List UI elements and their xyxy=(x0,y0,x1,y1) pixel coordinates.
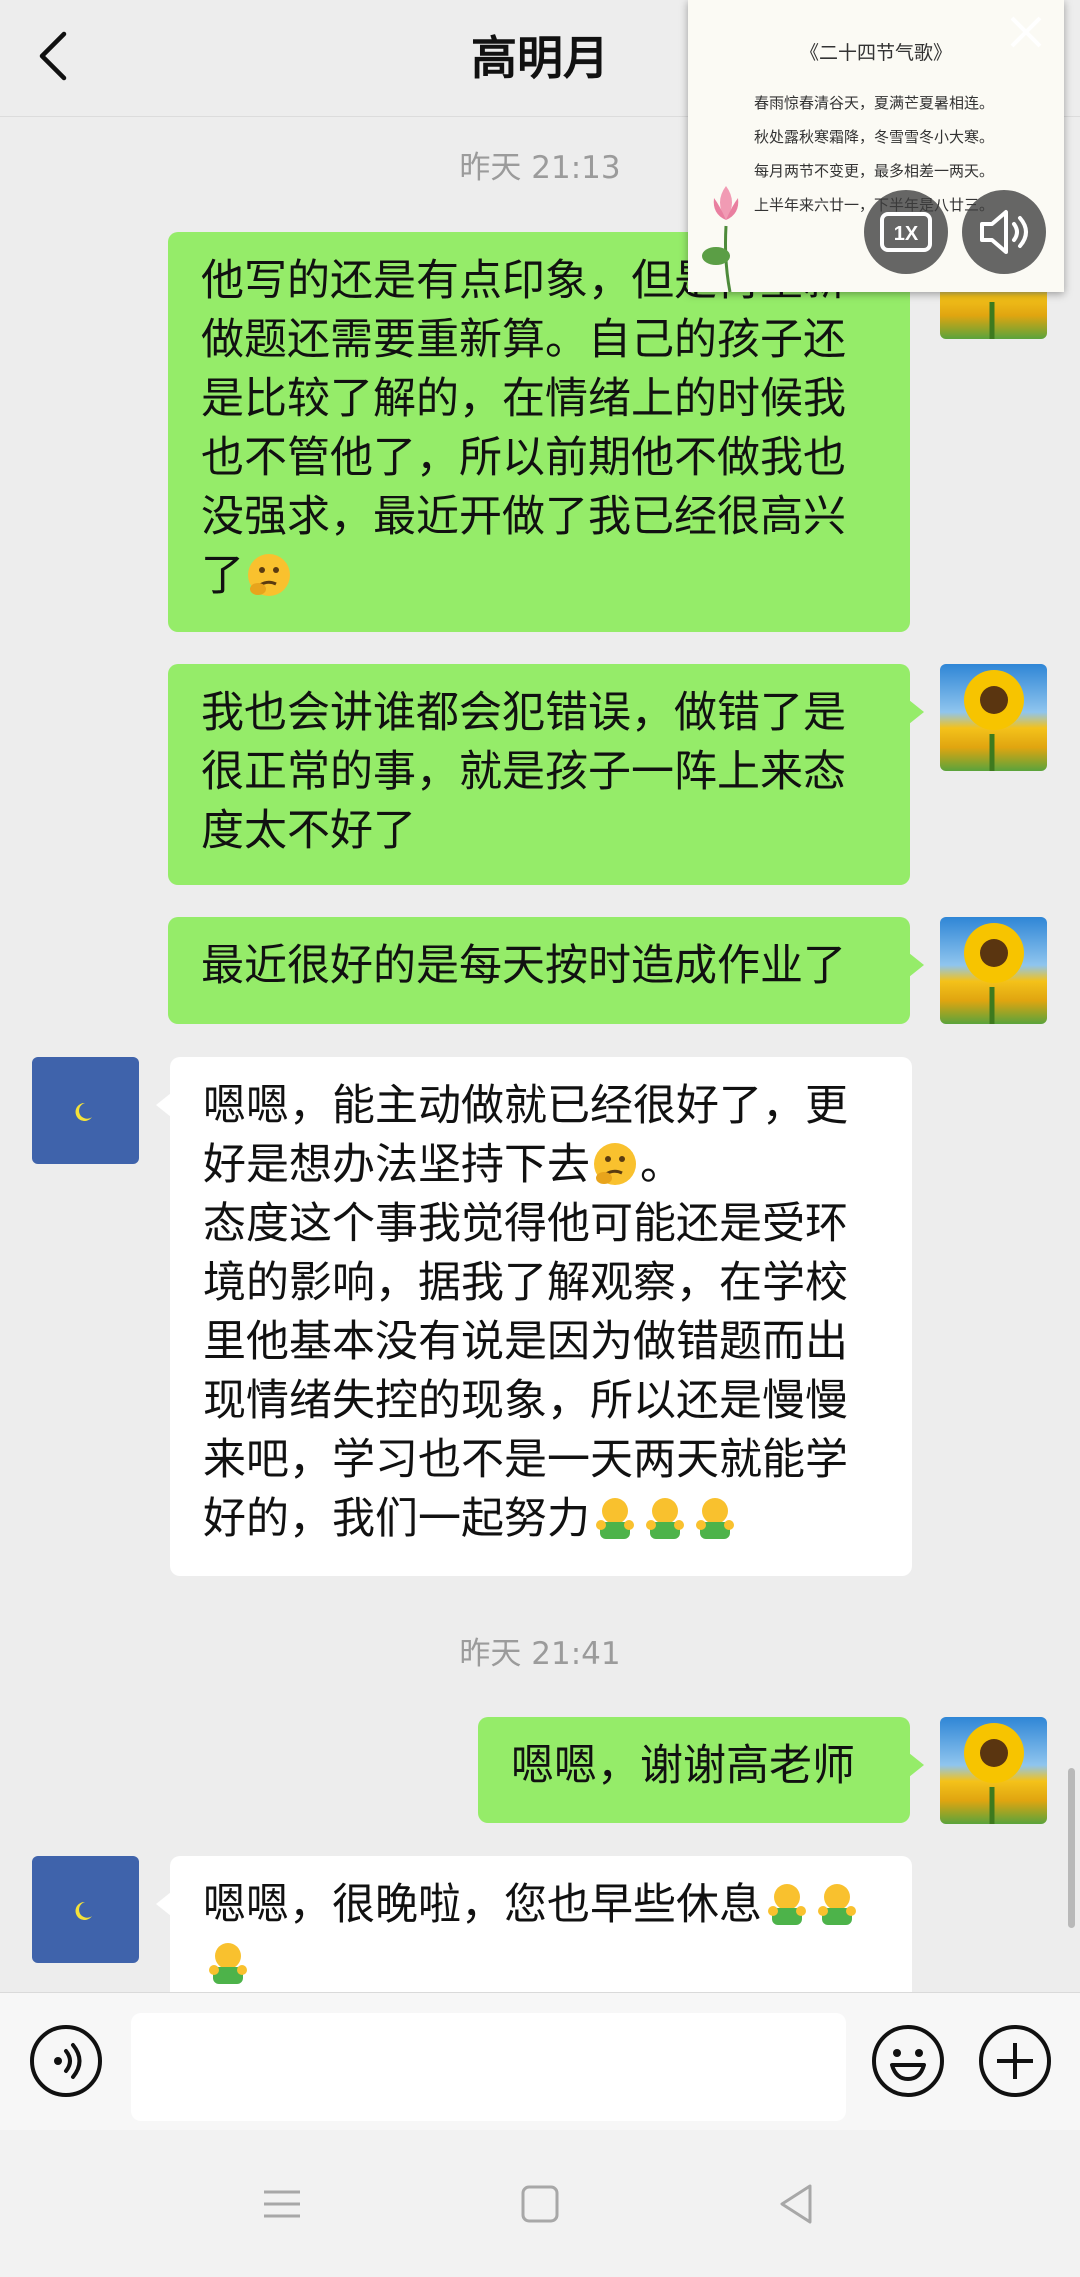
message-text: 态度这个事我觉得他可能还是受环境的影响，据我了解观察，在学校里他基本没有说是因为… xyxy=(203,1199,848,1544)
my-avatar[interactable] xyxy=(940,664,1047,771)
scrollbar[interactable] xyxy=(1068,1768,1075,1928)
message-bubble[interactable]: 嗯嗯，能主动做就已经很好了，更好是想办法坚持下去。 态度这个事我觉得他可能还是受… xyxy=(156,1057,912,1576)
thinking-face-icon xyxy=(592,1141,638,1187)
sunflower-icon xyxy=(964,1723,1024,1824)
sunflower-icon xyxy=(964,670,1024,771)
my-avatar[interactable] xyxy=(940,1717,1047,1824)
timestamp: 昨天 21:41 xyxy=(459,1636,621,1672)
sunflower-icon xyxy=(964,923,1024,1024)
speed-label: 1X xyxy=(894,223,919,245)
message-text: 他写的还是有点印象，但是再重新做题还需要重新算。自己的孩子还是比较了解的，在情绪… xyxy=(201,256,846,601)
message-bubble[interactable]: 嗯嗯，谢谢高老师 xyxy=(478,1717,924,1823)
speed-icon: 1X xyxy=(880,212,932,252)
my-avatar[interactable] xyxy=(940,917,1047,1024)
fist-fighting-icon xyxy=(592,1495,638,1541)
message-input[interactable] xyxy=(131,2013,846,2121)
home-icon[interactable] xyxy=(510,2174,570,2234)
contact-avatar[interactable] xyxy=(32,1057,139,1164)
message-text: 最近很好的是每天按时造成作业了 xyxy=(201,941,846,991)
message-text: 我也会讲谁都会犯错误，做错了是很正常的事，就是孩子一阵上来态度太不好了 xyxy=(201,688,846,856)
lotus-icon xyxy=(702,186,739,292)
emoji-icon[interactable] xyxy=(870,2023,946,2099)
message-bubble[interactable]: 我也会讲谁都会犯错误，做错了是很正常的事，就是孩子一阵上来态度太不好了 xyxy=(168,664,924,885)
moon-icon xyxy=(75,1901,92,1920)
poem-line: 秋处露秋寒霜降，冬雪雪冬小大寒。 xyxy=(754,128,995,146)
fist-fighting-icon xyxy=(764,1881,810,1927)
message-bubble[interactable]: 最近很好的是每天按时造成作业了 xyxy=(168,917,924,1024)
thinking-face-icon xyxy=(246,552,292,598)
message-text: 。 xyxy=(640,1140,683,1190)
message-text: 嗯嗯，谢谢高老师 xyxy=(511,1741,855,1791)
system-nav-bar xyxy=(0,2130,1080,2277)
floating-video-window[interactable]: 《二十四节气歌》 春雨惊春清谷天，夏满芒夏暑相连。 秋处露秋寒霜降，冬雪雪冬小大… xyxy=(688,0,1064,292)
contact-avatar[interactable] xyxy=(32,1856,139,1963)
moon-icon xyxy=(75,1102,92,1121)
menu-icon[interactable] xyxy=(252,2174,312,2234)
speaker-icon xyxy=(980,210,1028,254)
voice-icon[interactable] xyxy=(28,2023,104,2099)
fist-fighting-icon xyxy=(205,1940,251,1986)
back-triangle-icon[interactable] xyxy=(766,2174,826,2234)
message-bubble[interactable]: 他写的还是有点印象，但是再重新做题还需要重新算。自己的孩子还是比较了解的，在情绪… xyxy=(168,232,924,632)
close-icon[interactable] xyxy=(1004,10,1048,54)
speed-button[interactable]: 1X xyxy=(864,190,948,274)
message-text: 嗯嗯，很晚啦，您也早些休息 xyxy=(203,1880,762,1930)
fist-fighting-icon xyxy=(814,1881,860,1927)
message-text: 嗯嗯，能主动做就已经很好了，更好是想办法坚持下去 xyxy=(203,1081,848,1190)
mute-button[interactable] xyxy=(962,190,1046,274)
input-bar xyxy=(0,1992,1080,2131)
plus-icon[interactable] xyxy=(977,2023,1053,2099)
fist-fighting-icon xyxy=(642,1495,688,1541)
fist-fighting-icon xyxy=(692,1495,738,1541)
poem-line: 每月两节不变更，最多相差一两天。 xyxy=(754,162,995,180)
poem-line: 春雨惊春清谷天，夏满芒夏暑相连。 xyxy=(754,94,995,112)
